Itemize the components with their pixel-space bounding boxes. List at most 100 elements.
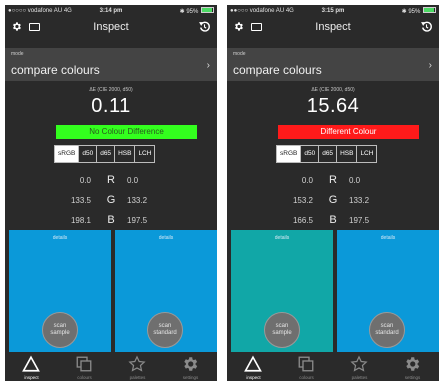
- tab-label: colours: [299, 375, 314, 380]
- tab-label: palettes: [351, 375, 368, 380]
- scan-button-line1: scan: [275, 323, 289, 329]
- tab-label: inspect: [24, 375, 39, 380]
- mode-value: compare colours: [233, 63, 322, 77]
- standard-value: 197.5: [127, 216, 148, 225]
- standard-value: 0.0: [349, 176, 361, 185]
- sample-details-link[interactable]: details: [231, 235, 333, 241]
- scan-standard-button[interactable]: scan standard: [369, 312, 405, 348]
- sample-swatch[interactable]: details scan sample: [9, 230, 111, 352]
- sample-swatch[interactable]: details scan sample: [231, 230, 333, 352]
- difference-verdict: No Colour Difference: [56, 125, 197, 139]
- tab-palettes[interactable]: palettes: [333, 352, 386, 381]
- scan-sample-button[interactable]: scan sample: [264, 312, 300, 348]
- star-icon: [350, 355, 368, 372]
- tab-label: settings: [404, 375, 421, 380]
- colour-space-srgb[interactable]: sRGB: [276, 145, 302, 163]
- reset-icon[interactable]: [198, 20, 211, 33]
- colour-space-hsb[interactable]: HSB: [114, 145, 136, 163]
- colour-space-hsb[interactable]: HSB: [336, 145, 358, 163]
- mode-selector[interactable]: mode compare colours ›: [227, 48, 439, 81]
- mode-value: compare colours: [11, 63, 100, 77]
- tab-colours[interactable]: colours: [280, 352, 333, 381]
- tab-bar: inspect colours palettes settings: [5, 352, 217, 381]
- colour-space-lch[interactable]: LCH: [356, 145, 378, 163]
- channel-letter: G: [328, 194, 338, 206]
- battery-status: ✱ 95%: [179, 7, 214, 15]
- reset-icon[interactable]: [420, 20, 433, 33]
- colour-space-srgb[interactable]: sRGB: [54, 145, 80, 163]
- delta-e-value: 15.64: [306, 95, 360, 117]
- triangle-icon: [22, 355, 40, 372]
- battery-icon: [423, 7, 436, 14]
- channel-letter: B: [329, 214, 337, 226]
- colour-space-d65[interactable]: d65: [318, 145, 338, 163]
- channel-row-b: 166.5 B 197.5: [227, 214, 439, 228]
- nav-bar: Inspect: [5, 17, 217, 37]
- screenshot-canvas: ●○○○○ vodafone AU 4G 3:14 pm ✱ 95% Inspe…: [0, 0, 439, 383]
- channel-row-r: 0.0 R 0.0: [5, 174, 217, 188]
- tab-settings[interactable]: settings: [164, 352, 217, 381]
- channel-letter: R: [107, 174, 115, 186]
- delta-e-value: 0.11: [91, 95, 131, 117]
- battery-icon: [201, 7, 214, 14]
- triangle-icon: [244, 355, 262, 372]
- channel-letter: G: [106, 194, 116, 206]
- colour-space-d65[interactable]: d65: [96, 145, 116, 163]
- standard-value: 133.2: [127, 196, 148, 205]
- standard-value: 197.5: [349, 216, 370, 225]
- colour-space-d50[interactable]: d50: [78, 145, 98, 163]
- delta-e-caption: ΔE (CIE 2000, d50): [89, 87, 133, 93]
- scan-button-line2: sample: [272, 330, 292, 336]
- tab-label: palettes: [129, 375, 146, 380]
- chevron-right-icon: ›: [206, 60, 210, 71]
- tab-inspect[interactable]: inspect: [5, 352, 58, 381]
- mode-caption: mode: [11, 51, 24, 57]
- mode-selector[interactable]: mode compare colours ›: [5, 48, 217, 81]
- scan-button-line1: scan: [380, 323, 394, 329]
- channel-letter: B: [107, 214, 115, 226]
- page-title: Inspect: [315, 21, 351, 33]
- sample-details-link[interactable]: details: [9, 235, 111, 241]
- status-bar: ●●○○○ vodafone AU 4G 3:15 pm ✱ 95%: [227, 5, 439, 17]
- scan-button-line2: standard: [375, 330, 399, 336]
- standard-swatch[interactable]: details scan standard: [115, 230, 217, 352]
- channel-row-g: 133.5 G 133.2: [5, 194, 217, 208]
- tab-settings[interactable]: settings: [386, 352, 439, 381]
- delta-e-caption: ΔE (CIE 2000, d50): [311, 87, 355, 93]
- status-bar: ●○○○○ vodafone AU 4G 3:14 pm ✱ 95%: [5, 5, 217, 17]
- colour-space-selector: sRGB d50 d65 HSB LCH: [276, 145, 378, 163]
- gear-icon: [184, 357, 198, 371]
- standard-details-link[interactable]: details: [337, 235, 439, 241]
- phone-screen-right: ●●○○○ vodafone AU 4G 3:15 pm ✱ 95% Inspe…: [227, 5, 439, 381]
- tab-label: inspect: [246, 375, 261, 380]
- battery-percent: ✱ 95%: [401, 9, 421, 15]
- colour-space-d50[interactable]: d50: [300, 145, 320, 163]
- phone-screen-left: ●○○○○ vodafone AU 4G 3:14 pm ✱ 95% Inspe…: [5, 5, 217, 381]
- nav-bar: Inspect: [227, 17, 439, 37]
- star-icon: [128, 355, 146, 372]
- page-title: Inspect: [93, 21, 129, 33]
- scan-sample-button[interactable]: scan sample: [42, 312, 78, 348]
- scan-button-line1: scan: [158, 323, 172, 329]
- tab-colours[interactable]: colours: [58, 352, 111, 381]
- channel-letter: R: [329, 174, 337, 186]
- standard-value: 133.2: [349, 196, 370, 205]
- scan-standard-button[interactable]: scan standard: [147, 312, 183, 348]
- difference-verdict: Different Colour: [278, 125, 419, 139]
- channel-row-g: 153.2 G 133.2: [227, 194, 439, 208]
- tab-palettes[interactable]: palettes: [111, 352, 164, 381]
- channel-row-b: 198.1 B 197.5: [5, 214, 217, 228]
- battery-percent: ✱ 95%: [179, 9, 199, 15]
- scan-button-line2: standard: [153, 330, 177, 336]
- tab-bar: inspect colours palettes settings: [227, 352, 439, 381]
- standard-details-link[interactable]: details: [115, 235, 217, 241]
- battery-status: ✱ 95%: [401, 7, 436, 15]
- standard-swatch[interactable]: details scan standard: [337, 230, 439, 352]
- colour-space-lch[interactable]: LCH: [134, 145, 156, 163]
- scan-button-line1: scan: [53, 323, 67, 329]
- chevron-right-icon: ›: [428, 60, 432, 71]
- standard-value: 0.0: [127, 176, 139, 185]
- tab-label: colours: [77, 375, 92, 380]
- tab-inspect[interactable]: inspect: [227, 352, 280, 381]
- colour-space-selector: sRGB d50 d65 HSB LCH: [54, 145, 156, 163]
